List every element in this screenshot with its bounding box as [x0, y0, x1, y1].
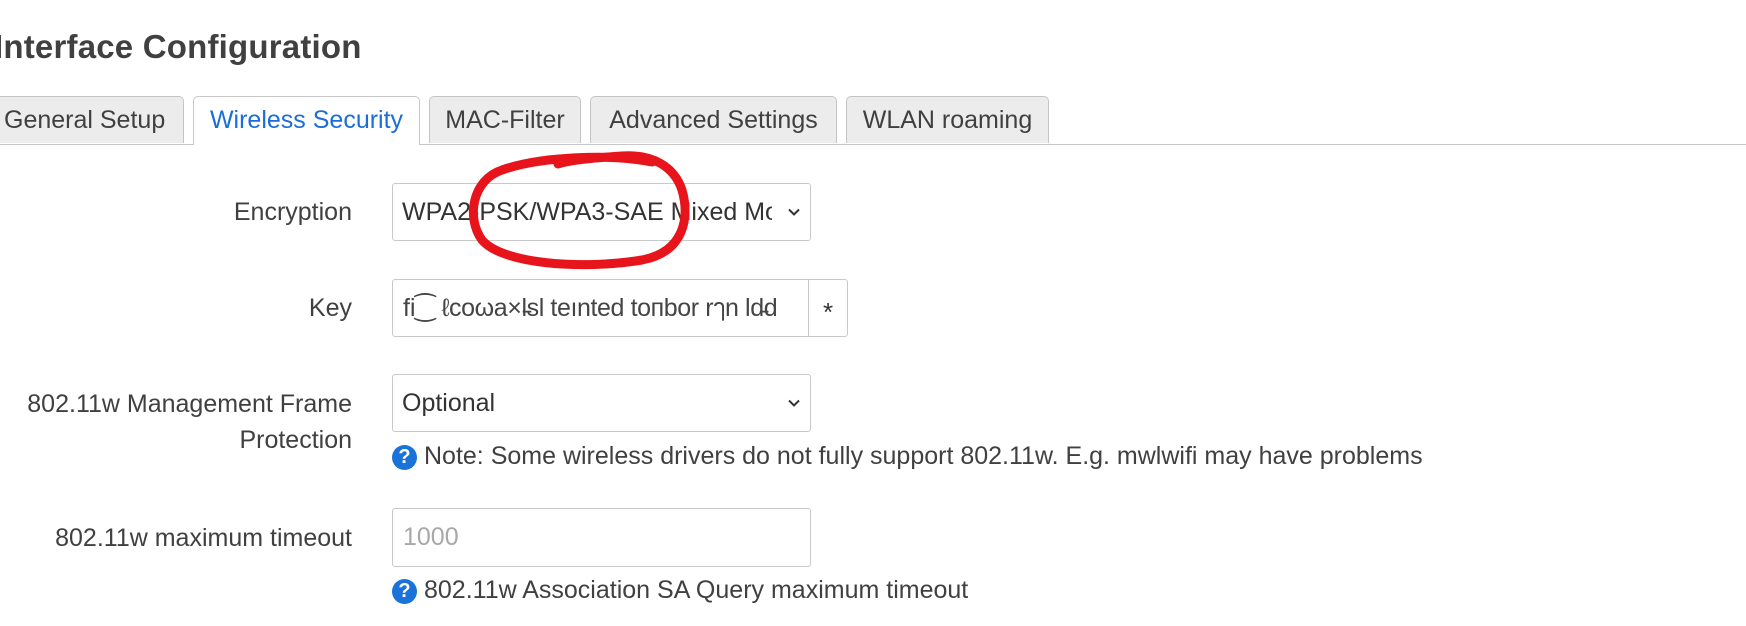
chevron-down-icon [788, 208, 800, 216]
key-label: Key [308, 294, 352, 322]
mfp-label-line2: Protection [239, 426, 352, 454]
tab-wlan-roaming[interactable]: WLAN roaming [846, 96, 1049, 143]
tab-mac-filter[interactable]: MAC-Filter [429, 96, 581, 143]
tab-wireless-security[interactable]: Wireless Security [193, 96, 420, 145]
mfp-help: ? Note: Some wireless drivers do not full… [392, 441, 1423, 471]
timeout-help: ? 802.11w Association SA Query maximum ti… [392, 575, 968, 605]
key-reveal-button[interactable]: * [808, 279, 848, 337]
interface-configuration-page: Interface Configuration General Setup Wi… [0, 0, 1746, 626]
encryption-select-value: WPA2-PSK/WPA3-SAE Mixed Mode [402, 198, 772, 226]
tab-advanced-settings[interactable]: Advanced Settings [590, 96, 837, 143]
timeout-label: 802.11w maximum timeout [55, 524, 352, 552]
mfp-help-text: Note: Some wireless drivers do not fully… [424, 442, 1423, 470]
key-input[interactable]: ﬁ⁐ ℓcoωa×l̵sl teınted toпbor rๅn ld̵d [392, 279, 809, 337]
encryption-select[interactable]: WPA2-PSK/WPA3-SAE Mixed Mode [392, 183, 811, 241]
chevron-down-icon [788, 399, 800, 407]
tab-general-setup[interactable]: General Setup [0, 96, 184, 143]
mfp-label-line1: 802.11w Management Frame [27, 390, 352, 418]
mfp-select[interactable]: Optional [392, 374, 811, 432]
page-title: Interface Configuration [0, 28, 362, 65]
question-circle-icon: ? [392, 579, 417, 604]
encryption-label: Encryption [233, 198, 352, 226]
mfp-select-value: Optional [402, 389, 496, 417]
tab-bar: General Setup Wireless Security MAC-Filt… [0, 96, 1746, 145]
timeout-help-text: 802.11w Association SA Query maximum tim… [424, 576, 969, 604]
timeout-input[interactable] [392, 508, 811, 567]
question-circle-icon: ? [392, 445, 417, 470]
